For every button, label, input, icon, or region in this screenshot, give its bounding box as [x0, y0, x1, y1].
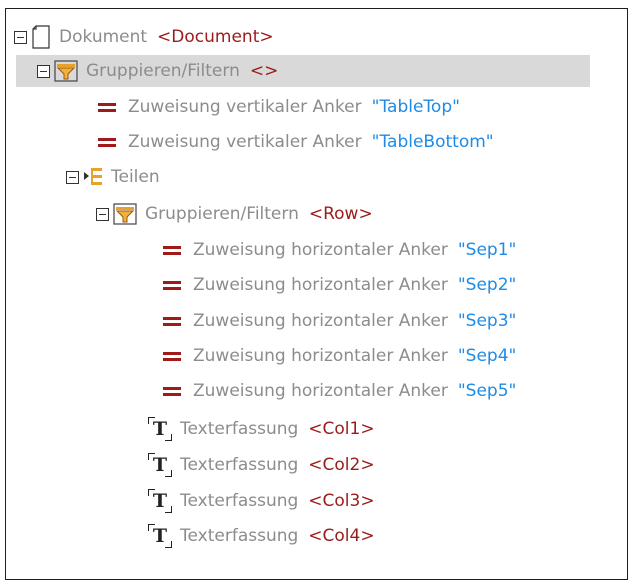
tree-node-group-filter-row[interactable]: Gruppieren/Filtern <Row> — [96, 198, 373, 230]
node-label: Texterfassung — [180, 455, 299, 475]
node-label: Gruppieren/Filtern — [145, 204, 299, 224]
tree-node-text-capture[interactable]: T Texterfassung <Col1> — [148, 413, 375, 445]
equals-icon — [96, 135, 118, 149]
node-label: Zuweisung horizontaler Anker — [193, 240, 448, 260]
text-capture-icon: T — [148, 417, 172, 441]
node-label: Zuweisung horizontaler Anker — [193, 275, 448, 295]
node-value: "TableBottom" — [371, 132, 494, 152]
node-label: Zuweisung horizontaler Anker — [193, 381, 448, 401]
node-value: <Document> — [157, 27, 274, 47]
tree-node-text-capture[interactable]: T Texterfassung <Col3> — [148, 485, 375, 517]
tree-node-vertical-anchor[interactable]: Zuweisung vertikaler Anker "TableBottom" — [96, 126, 494, 158]
node-label: Texterfassung — [180, 526, 299, 546]
tree-node-document[interactable]: Dokument <Document> — [14, 21, 274, 53]
node-value: "Sep1" — [457, 240, 517, 260]
document-icon — [31, 25, 51, 49]
node-value: "Sep4" — [457, 346, 517, 366]
node-value: "Sep3" — [457, 311, 517, 331]
text-capture-icon: T — [148, 453, 172, 477]
text-capture-icon: T — [148, 489, 172, 513]
node-label: Dokument — [59, 27, 148, 47]
equals-icon — [161, 349, 183, 363]
collapse-toggle-icon[interactable] — [37, 64, 50, 78]
tree-node-split[interactable]: Teilen — [66, 161, 160, 193]
node-value: <Col1> — [308, 419, 375, 439]
node-value: <Row> — [308, 204, 373, 224]
filter-icon — [113, 202, 137, 226]
node-label: Gruppieren/Filtern — [86, 61, 240, 81]
tree-node-text-capture[interactable]: T Texterfassung <Col4> — [148, 520, 375, 552]
tree-node-horizontal-anchor[interactable]: Zuweisung horizontaler Anker "Sep3" — [161, 305, 516, 337]
equals-icon — [161, 243, 183, 257]
node-value: "Sep5" — [457, 381, 517, 401]
node-value: "Sep2" — [457, 275, 517, 295]
tree-node-group-filter[interactable]: Gruppieren/Filtern <> — [16, 55, 590, 87]
text-capture-icon: T — [148, 524, 172, 548]
tree-node-horizontal-anchor[interactable]: Zuweisung horizontaler Anker "Sep4" — [161, 340, 516, 372]
tree-node-horizontal-anchor[interactable]: Zuweisung horizontaler Anker "Sep1" — [161, 234, 516, 266]
split-icon — [83, 166, 103, 188]
collapse-toggle-icon[interactable] — [14, 30, 27, 44]
node-label: Texterfassung — [180, 491, 299, 511]
equals-icon — [161, 384, 183, 398]
tree-node-horizontal-anchor[interactable]: Zuweisung horizontaler Anker "Sep2" — [161, 269, 516, 301]
node-label: Zuweisung vertikaler Anker — [128, 132, 362, 152]
tree-view: Dokument <Document> Gruppieren/Filtern <… — [5, 8, 628, 580]
tree-node-horizontal-anchor[interactable]: Zuweisung horizontaler Anker "Sep5" — [161, 375, 516, 407]
collapse-toggle-icon[interactable] — [66, 170, 79, 184]
equals-icon — [161, 314, 183, 328]
node-value: <Col3> — [308, 491, 375, 511]
node-value: <> — [249, 61, 279, 81]
node-value: <Col4> — [308, 526, 375, 546]
node-label: Zuweisung horizontaler Anker — [193, 311, 448, 331]
equals-icon — [161, 278, 183, 292]
filter-icon — [54, 59, 78, 83]
node-label: Zuweisung vertikaler Anker — [128, 97, 362, 117]
node-value: "TableTop" — [371, 97, 460, 117]
equals-icon — [96, 100, 118, 114]
tree-node-text-capture[interactable]: T Texterfassung <Col2> — [148, 449, 375, 481]
collapse-toggle-icon[interactable] — [96, 207, 109, 221]
node-label: Zuweisung horizontaler Anker — [193, 346, 448, 366]
tree-node-vertical-anchor[interactable]: Zuweisung vertikaler Anker "TableTop" — [96, 91, 460, 123]
node-label: Teilen — [111, 167, 160, 187]
node-value: <Col2> — [308, 455, 375, 475]
node-label: Texterfassung — [180, 419, 299, 439]
